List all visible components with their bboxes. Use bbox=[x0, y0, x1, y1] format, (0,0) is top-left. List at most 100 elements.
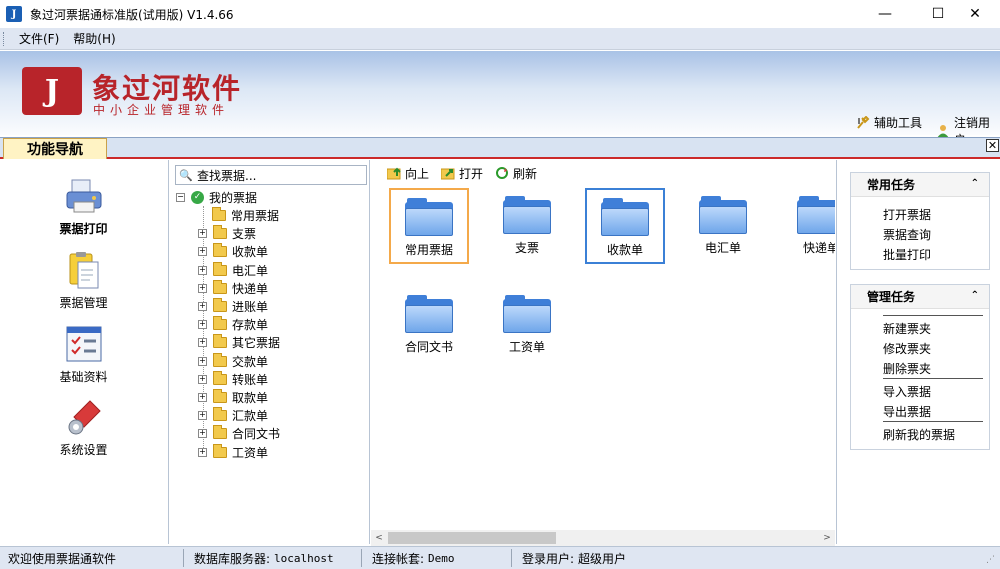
tree-expand-icon[interactable]: + bbox=[198, 337, 207, 347]
close-button[interactable]: ✕ bbox=[952, 0, 998, 28]
folder-label: 工资单 bbox=[508, 340, 545, 354]
tree-collapse-icon[interactable]: − bbox=[176, 192, 185, 202]
tree-expand-icon[interactable]: + bbox=[198, 356, 207, 366]
scroll-left-icon[interactable]: < bbox=[371, 530, 387, 546]
collapse-chevron-icon[interactable]: ⌃ bbox=[971, 178, 979, 189]
task-delete-folder[interactable]: 删除票夹 bbox=[883, 360, 931, 377]
folder-item[interactable]: 常用票据 bbox=[389, 188, 469, 264]
tree-item[interactable]: + 转账单 bbox=[198, 370, 268, 388]
folder-icon bbox=[213, 297, 227, 312]
tree-root-label: 我的票据 bbox=[209, 190, 258, 205]
printer-icon bbox=[64, 176, 104, 216]
resize-grip-icon[interactable]: ⋰ bbox=[986, 555, 995, 565]
tree-expand-icon[interactable]: + bbox=[198, 283, 207, 293]
horizontal-scrollbar[interactable]: < > bbox=[371, 530, 835, 546]
tree-item[interactable]: + 其它票据 bbox=[198, 333, 280, 351]
tree-item[interactable]: + 收款单 bbox=[198, 242, 268, 260]
task-search-ticket[interactable]: 票据查询 bbox=[883, 226, 931, 243]
scroll-right-icon[interactable]: > bbox=[819, 530, 835, 546]
folder-label: 收款单 bbox=[606, 243, 643, 257]
menu-help[interactable]: 帮助(H) bbox=[66, 30, 122, 47]
up-button[interactable]: 向上 bbox=[387, 165, 429, 182]
tools-button[interactable]: 辅助工具 bbox=[856, 114, 922, 131]
tree-item[interactable]: + 交款单 bbox=[198, 352, 268, 370]
tree-item-label: 转账单 bbox=[232, 372, 269, 387]
tree-expand-icon[interactable]: + bbox=[198, 428, 207, 438]
folder-item[interactable]: 支票 bbox=[487, 188, 567, 264]
collapse-chevron-icon[interactable]: ⌃ bbox=[971, 290, 979, 301]
nav-print[interactable]: 票据打印 bbox=[0, 176, 167, 237]
tree-item-label: 工资单 bbox=[232, 445, 269, 460]
tree-expand-icon[interactable]: + bbox=[198, 265, 207, 275]
status-server-value: localhost bbox=[274, 551, 334, 565]
nav-close-icon[interactable]: ✕ bbox=[986, 139, 999, 152]
folder-icon bbox=[213, 424, 227, 439]
tree-expand-icon[interactable]: + bbox=[198, 246, 207, 256]
folder-icon bbox=[213, 406, 227, 421]
manage-tasks-header[interactable]: 管理任务 ⌃ bbox=[851, 285, 989, 309]
title-bar: J 象过河票据通标准版(试用版) V1.4.66 bbox=[0, 0, 1000, 28]
window-title: 象过河票据通标准版(试用版) V1.4.66 bbox=[30, 7, 234, 22]
folder-item[interactable]: 电汇单 bbox=[683, 188, 763, 264]
status-user-value: 超级用户 bbox=[578, 551, 627, 566]
scroll-thumb[interactable] bbox=[388, 532, 556, 544]
folder-item[interactable]: 快递单 bbox=[781, 188, 835, 264]
folder-label: 支票 bbox=[514, 241, 539, 255]
folder-icon bbox=[213, 333, 227, 348]
tree-expand-icon[interactable]: + bbox=[198, 392, 207, 402]
tree-item[interactable]: + 进账单 bbox=[198, 297, 268, 315]
refresh-button[interactable]: 刷新 bbox=[495, 165, 537, 182]
nav-header-bar bbox=[0, 137, 1000, 159]
menu-file[interactable]: 文件(F) bbox=[12, 30, 66, 47]
tree-expand-icon[interactable]: + bbox=[198, 447, 207, 457]
tree-expand-icon[interactable]: + bbox=[198, 301, 207, 311]
logo-icon: J bbox=[22, 67, 82, 115]
up-label: 向上 bbox=[405, 166, 430, 181]
nav-settings-label: 系统设置 bbox=[59, 443, 108, 457]
tab-function-nav[interactable]: 功能导航 bbox=[3, 138, 107, 159]
tree-item-label: 汇款单 bbox=[232, 408, 269, 423]
minimize-button[interactable]: — bbox=[862, 0, 908, 28]
tree-item[interactable]: + 支票 bbox=[198, 224, 256, 242]
common-tasks-header[interactable]: 常用任务 ⌃ bbox=[851, 173, 989, 197]
folder-view: 常用票据 支票 收款单 电汇单 快递单合同文书 工资单 bbox=[371, 185, 835, 530]
task-open-ticket[interactable]: 打开票据 bbox=[883, 206, 931, 223]
folder-item[interactable]: 收款单 bbox=[585, 188, 665, 264]
task-new-folder[interactable]: 新建票夹 bbox=[883, 320, 931, 337]
tree-item[interactable]: + 电汇单 bbox=[198, 261, 268, 279]
separator bbox=[883, 315, 983, 316]
tree-expand-icon[interactable]: + bbox=[198, 410, 207, 420]
folder-icon bbox=[213, 224, 227, 239]
folder-icon bbox=[797, 196, 835, 234]
task-edit-folder[interactable]: 修改票夹 bbox=[883, 340, 931, 357]
search-placeholder: 查找票据... bbox=[197, 168, 257, 183]
tree-item[interactable]: 常用票据 bbox=[212, 206, 279, 224]
task-import[interactable]: 导入票据 bbox=[883, 383, 931, 400]
tree-item[interactable]: + 取款单 bbox=[198, 388, 268, 406]
tree-expand-icon[interactable]: + bbox=[198, 374, 207, 384]
tree-expand-icon[interactable]: + bbox=[198, 319, 207, 329]
tree-item[interactable]: + 汇款单 bbox=[198, 406, 268, 424]
tree-root[interactable]: − ✓ 我的票据 bbox=[176, 188, 257, 206]
search-box[interactable]: 🔍 查找票据... bbox=[175, 165, 367, 185]
task-refresh-tickets[interactable]: 刷新我的票据 bbox=[883, 426, 955, 443]
tree-item[interactable]: + 工资单 bbox=[198, 443, 268, 461]
tree-item[interactable]: + 存款单 bbox=[198, 315, 268, 333]
folder-item[interactable]: 工资单 bbox=[487, 287, 567, 363]
task-export[interactable]: 导出票据 bbox=[883, 403, 931, 420]
nav-basic-data[interactable]: 基础资料 bbox=[0, 324, 167, 385]
folder-icon bbox=[212, 206, 226, 221]
tree-item[interactable]: + 快递单 bbox=[198, 279, 268, 297]
tree-item-label: 存款单 bbox=[232, 317, 269, 332]
check-circle-icon: ✓ bbox=[191, 190, 204, 204]
nav-manage[interactable]: 票据管理 bbox=[0, 250, 167, 311]
open-button[interactable]: 打开 bbox=[441, 165, 483, 182]
folder-label: 常用票据 bbox=[404, 243, 453, 257]
tree-expand-icon[interactable]: + bbox=[198, 228, 207, 238]
tree-item[interactable]: + 合同文书 bbox=[198, 424, 280, 442]
folder-icon bbox=[213, 261, 227, 276]
folder-item[interactable]: 合同文书 bbox=[389, 287, 469, 363]
nav-settings[interactable]: 系统设置 bbox=[0, 397, 167, 458]
folder-icon bbox=[213, 315, 227, 330]
task-batch-print[interactable]: 批量打印 bbox=[883, 246, 931, 263]
